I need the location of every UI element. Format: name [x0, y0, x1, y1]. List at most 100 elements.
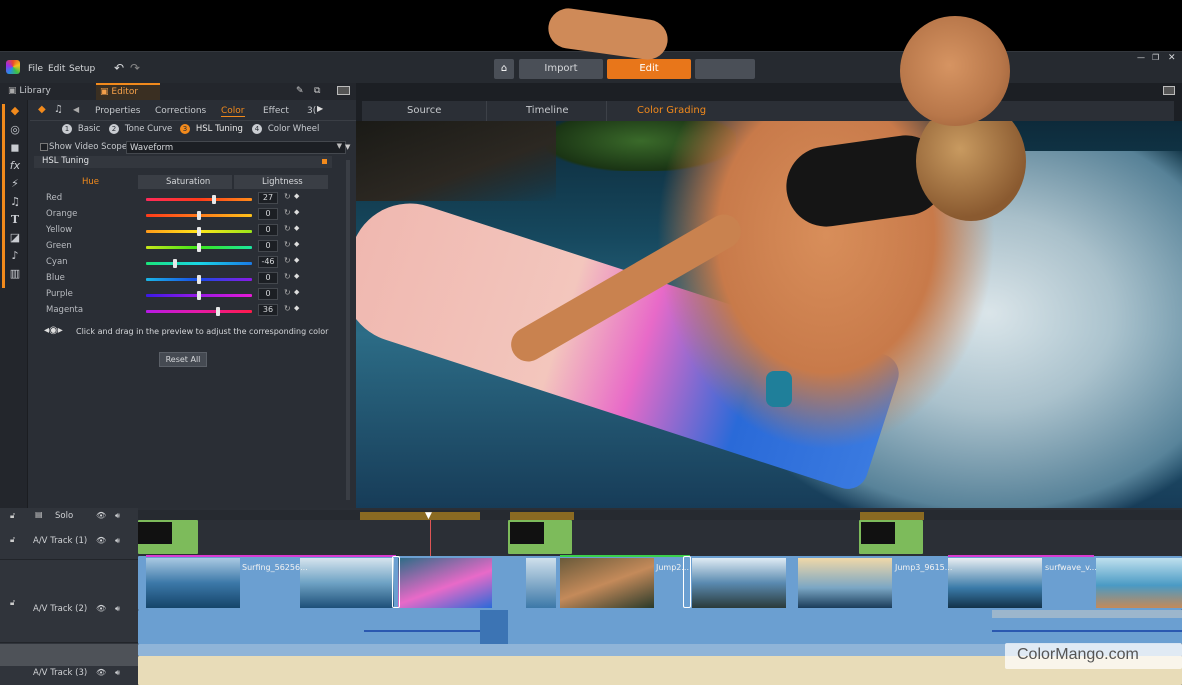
hsl-slider[interactable]	[146, 195, 252, 204]
hsl-value-field[interactable]: 27	[258, 192, 278, 204]
eye-icon[interactable]: 👁︎	[96, 536, 106, 545]
edit-mode-button[interactable]: Edit	[607, 59, 691, 79]
audio-icon[interactable]: ♪	[8, 249, 22, 263]
maximize-icon[interactable]: ❐	[1152, 53, 1159, 62]
title-icon[interactable]: T	[8, 213, 22, 227]
preview-layout-icon[interactable]	[1163, 86, 1175, 95]
minimize-icon[interactable]: —	[1137, 53, 1145, 62]
hsl-tab-lightness[interactable]: Lightness	[234, 175, 328, 189]
tab-more[interactable]: 3(	[307, 106, 316, 116]
hsl-value-field[interactable]: -46	[258, 256, 278, 268]
hsl-slider[interactable]	[146, 227, 252, 236]
reset-icon[interactable]: ↻	[284, 304, 291, 313]
speaker-icon[interactable]: 🔊︎	[115, 511, 120, 521]
track1-clip[interactable]	[508, 520, 572, 554]
speaker-icon[interactable]: 🔊︎	[115, 604, 120, 614]
hsl-slider[interactable]	[146, 259, 252, 268]
reset-icon[interactable]: ↻	[284, 256, 291, 265]
overlay-icon[interactable]: ◪	[8, 231, 22, 245]
keyframe-icon[interactable]: ◆	[294, 192, 299, 200]
fx-icon[interactable]: fx	[8, 159, 22, 173]
keyframe-icon[interactable]: ◆	[294, 288, 299, 296]
track1-clip[interactable]	[138, 520, 198, 554]
color-tools-icon[interactable]: ◆	[8, 104, 22, 118]
slider-thumb[interactable]	[197, 275, 201, 284]
hsl-slider[interactable]	[146, 291, 252, 300]
detach-icon[interactable]: ⧉	[314, 86, 320, 96]
menu-file[interactable]: File	[28, 64, 43, 74]
reset-icon[interactable]: ↻	[284, 192, 291, 201]
effect-mask-icon[interactable]: ◆	[38, 104, 46, 115]
hsl-value-field[interactable]: 0	[258, 224, 278, 236]
lock-icon[interactable]: 🔓︎	[10, 511, 15, 521]
panel-scrollbar[interactable]	[346, 160, 350, 500]
trim-handle[interactable]	[392, 556, 400, 608]
subtab-hsl-tuning[interactable]: 3 HSL Tuning	[180, 124, 243, 134]
slider-thumb[interactable]	[172, 259, 177, 268]
redo-icon[interactable]: ↷	[130, 61, 140, 75]
hsl-value-field[interactable]: 0	[258, 240, 278, 252]
hsl-value-field[interactable]: 0	[258, 208, 278, 220]
tabs-scroll-left-icon[interactable]: ◀	[73, 105, 79, 114]
library-tab[interactable]: ▣ Library	[8, 86, 51, 96]
subtab-color-wheel[interactable]: 4 Color Wheel	[252, 124, 319, 134]
video-scope-select[interactable]: Waveform ▼	[126, 141, 346, 154]
timeline-ruler[interactable]	[138, 510, 1182, 520]
eye-icon[interactable]: 👁︎	[96, 511, 106, 520]
keyframe-icon[interactable]: ◆	[294, 256, 299, 264]
hsl-slider[interactable]	[146, 275, 252, 284]
hsl-value-field[interactable]: 0	[258, 272, 278, 284]
reset-all-button[interactable]: Reset All	[159, 352, 207, 367]
slider-thumb[interactable]	[197, 211, 201, 220]
subtab-tone-curve[interactable]: 2 Tone Curve	[109, 124, 172, 134]
transitions-icon[interactable]: ◎	[8, 123, 22, 137]
pin-icon[interactable]: ✎	[296, 86, 304, 96]
hsl-tab-hue[interactable]: Hue	[82, 177, 99, 187]
eye-icon[interactable]: 👁︎	[96, 604, 106, 613]
hsl-value-field[interactable]: 36	[258, 304, 278, 316]
panel-scroll-arrow-icon[interactable]: ▼	[345, 143, 350, 151]
preview-video[interactable]	[356, 121, 1182, 508]
hsl-slider[interactable]	[146, 243, 252, 252]
tabs-scroll-right-icon[interactable]: ▶	[317, 104, 323, 113]
close-icon[interactable]: ✕	[1168, 53, 1176, 63]
video-scope-checkbox[interactable]	[40, 143, 48, 151]
preview-tab-source[interactable]: Source	[407, 105, 441, 116]
layout-icon[interactable]	[337, 86, 350, 95]
preview-tab-color-grading[interactable]: Color Grading	[637, 105, 706, 116]
subtab-basic[interactable]: 1 Basic	[62, 124, 100, 134]
track1-clip[interactable]	[859, 520, 923, 554]
keyframe-icon[interactable]: ◆	[294, 208, 299, 216]
editor-tab[interactable]: ▣ Editor	[96, 83, 160, 100]
tab-color[interactable]: Color	[221, 106, 245, 117]
keyframe-icon[interactable]: ◆	[294, 224, 299, 232]
tab-effect[interactable]: Effect	[263, 106, 289, 116]
reset-icon[interactable]: ↻	[284, 240, 291, 249]
tab-properties[interactable]: Properties	[95, 106, 140, 116]
slider-thumb[interactable]	[197, 227, 201, 236]
hsl-value-field[interactable]: 0	[258, 288, 278, 300]
tab-corrections[interactable]: Corrections	[155, 106, 206, 116]
music-icon[interactable]: ♫	[8, 195, 22, 209]
target-adjust-icon[interactable]: ◂◉▸	[44, 325, 63, 336]
trim-handle[interactable]	[683, 556, 691, 608]
keyframe-icon[interactable]: ◆	[294, 272, 299, 280]
home-button[interactable]: ⌂	[494, 59, 514, 79]
reset-icon[interactable]: ↻	[284, 288, 291, 297]
speaker-icon[interactable]: 🔊︎	[115, 536, 120, 546]
slider-thumb[interactable]	[211, 195, 216, 204]
lock-icon[interactable]: 🔓︎	[10, 535, 15, 545]
collapse-icon[interactable]	[322, 159, 327, 164]
reset-icon[interactable]: ↻	[284, 208, 291, 217]
lock-icon[interactable]: 🔓︎	[10, 598, 15, 608]
import-button[interactable]: Import	[519, 59, 603, 79]
slider-thumb[interactable]	[197, 243, 201, 252]
eye-icon[interactable]: 👁︎	[96, 668, 106, 677]
montage-icon[interactable]: ▥	[8, 267, 22, 281]
bolt-icon[interactable]: ⚡	[8, 177, 22, 191]
undo-icon[interactable]: ↶	[114, 61, 124, 75]
media-icon[interactable]: ◼	[8, 141, 22, 155]
slider-thumb[interactable]	[216, 307, 221, 316]
keyframe-icon[interactable]: ◆	[294, 240, 299, 248]
speaker-icon[interactable]: 🔊︎	[115, 668, 120, 678]
